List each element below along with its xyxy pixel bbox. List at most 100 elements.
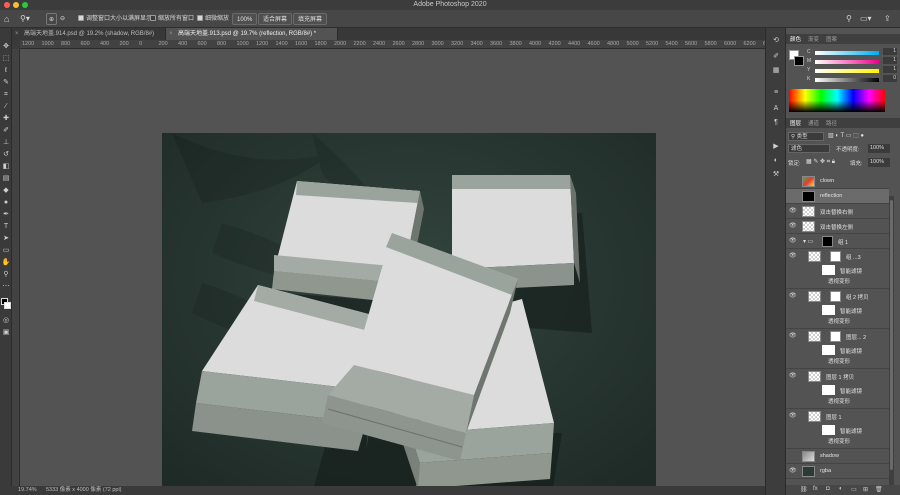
opacity-input[interactable]: 100%	[868, 144, 890, 153]
perspective-warp-row[interactable]: 透视变形	[786, 356, 889, 368]
vertical-ruler[interactable]	[12, 49, 20, 486]
magenta-value[interactable]: 1	[883, 57, 897, 64]
eye-icon[interactable]: 👁︎	[789, 238, 797, 245]
tab-layers[interactable]: 图层	[790, 119, 801, 127]
magenta-slider[interactable]: M 1	[807, 57, 900, 65]
crop-tool-icon[interactable]: ⌗	[1, 90, 11, 100]
eye-icon[interactable]: 👁︎	[789, 373, 797, 380]
tab-patterns[interactable]: 图案	[826, 35, 837, 43]
horizontal-ruler[interactable]: 1200 1000 800 600 400 200 0 200 400 600 800 1000 120…	[20, 40, 782, 49]
fx-icon[interactable]: fx	[813, 486, 818, 492]
layer-row-rgba[interactable]: 👁︎ rgba	[786, 464, 889, 479]
layer-row-reflection[interactable]: reflection	[786, 189, 889, 204]
black-slider[interactable]: K 0	[807, 75, 900, 83]
lock-icons[interactable]: ▦ ✎ ✥ ⌗ 🔒︎	[806, 158, 835, 166]
brush-tool-icon[interactable]: ✐	[1, 126, 11, 136]
blur-tool-icon[interactable]: ◆	[1, 186, 11, 196]
color-spectrum[interactable]	[789, 89, 885, 112]
smart-filters-row[interactable]: 智能滤镜	[786, 384, 889, 396]
layer-row-replace-left[interactable]: 👁︎ 双击替换左侧	[786, 219, 889, 234]
fit-screen-button[interactable]: 适合屏幕	[258, 13, 293, 25]
eraser-tool-icon[interactable]: ◧	[1, 162, 11, 172]
pen-tool-icon[interactable]: ✒	[1, 210, 11, 220]
gradient-tool-icon[interactable]: ▤	[1, 174, 11, 184]
perspective-warp-row[interactable]: 透视变形	[786, 316, 889, 328]
eye-icon[interactable]: 👁︎	[789, 468, 797, 475]
scrubby-zoom-checkbox[interactable]: 细微缩放	[197, 13, 229, 25]
layer-row-clown[interactable]: clown	[786, 174, 889, 189]
yellow-value[interactable]: 1	[883, 66, 897, 73]
smart-filters-row[interactable]: 智能滤镜	[786, 344, 889, 356]
zoom-in-icon[interactable]: ⊕	[46, 13, 58, 25]
properties-panel-icon[interactable]: ≡	[771, 88, 781, 98]
folder-icon[interactable]: ▾ ▭	[803, 238, 813, 245]
lasso-tool-icon[interactable]: ℓ	[1, 66, 11, 76]
type-tool-icon[interactable]: T	[1, 222, 11, 232]
link-layers-icon[interactable]: ⛓	[800, 486, 808, 493]
canvas-area[interactable]	[20, 49, 782, 495]
hand-tool-icon[interactable]: ✋	[1, 258, 11, 268]
black-value[interactable]: 0	[883, 75, 897, 82]
move-tool-icon[interactable]: ✥	[1, 42, 11, 52]
layer-row-group-3[interactable]: 👁︎ 组 ...3 智能滤镜 透视变形	[786, 249, 889, 289]
close-tab-icon[interactable]: ×	[169, 28, 173, 40]
history-brush-tool-icon[interactable]: ↺	[1, 150, 11, 160]
shape-tool-icon[interactable]: ▭	[1, 246, 11, 256]
quick-mask-icon[interactable]: ◎	[1, 316, 11, 326]
new-layer-icon[interactable]: ⊞	[863, 486, 868, 493]
zoom-readout[interactable]: 19.74%	[18, 486, 37, 495]
filter-icons[interactable]: ▧ ◐ T ▭ ⬚ ●	[828, 132, 864, 139]
eye-icon[interactable]: 👁︎	[789, 333, 797, 340]
layers-scrollbar[interactable]	[889, 196, 894, 486]
workspace-icon[interactable]: ▭▾	[860, 13, 872, 25]
zoom-all-windows-checkbox[interactable]: 缩放所有窗口	[150, 13, 194, 25]
eye-icon[interactable]: 👁︎	[789, 253, 797, 260]
swatches-panel-icon[interactable]: ▦	[771, 66, 781, 76]
zoom-100-button[interactable]: 100%	[232, 13, 258, 25]
paragraph-panel-icon[interactable]: ¶	[771, 118, 781, 128]
document-canvas[interactable]	[162, 133, 656, 495]
scroll-thumb[interactable]	[890, 200, 893, 470]
actions-panel-icon[interactable]: ▶	[771, 142, 781, 152]
share-icon[interactable]: ⇪	[884, 13, 891, 25]
zoom-tool-icon[interactable]: ⚲▾	[20, 13, 30, 25]
layer-row-layer-1[interactable]: 👁︎ 图层 1 智能滤镜 透视变形	[786, 409, 889, 449]
eye-icon[interactable]: 👁︎	[789, 413, 797, 420]
tool-presets-icon[interactable]: ⚒	[771, 170, 781, 180]
close-tab-icon[interactable]: ×	[15, 28, 19, 40]
brush-settings-icon[interactable]: ✐	[771, 52, 781, 62]
eye-icon[interactable]: 👁︎	[789, 208, 797, 215]
ruler-origin[interactable]	[12, 40, 20, 49]
delete-layer-icon[interactable]: 🗑︎	[875, 486, 883, 493]
tab-document-914[interactable]: × 高端天地盖.914.psd @ 19.2% (shadow, RGB/8#)	[12, 28, 166, 40]
cyan-value[interactable]: 1	[883, 48, 897, 55]
layer-row-shadow[interactable]: shadow	[786, 449, 889, 464]
path-select-tool-icon[interactable]: ➤	[1, 234, 11, 244]
adjustment-layer-icon[interactable]: ◐	[839, 486, 843, 492]
add-mask-icon[interactable]: ◘	[826, 486, 830, 492]
tab-gradients[interactable]: 渐变	[808, 35, 819, 43]
visibility-hidden-icon[interactable]	[789, 193, 796, 200]
yellow-slider[interactable]: Y 1	[807, 66, 900, 74]
dodge-tool-icon[interactable]: ●	[1, 198, 11, 208]
zoom-out-icon[interactable]: ⊖	[60, 13, 65, 25]
smart-filters-row[interactable]: 智能滤镜	[786, 424, 889, 436]
layer-row-layer-1-copy[interactable]: 👁︎ 图层 1 拷贝 智能滤镜 透视变形	[786, 369, 889, 409]
tab-document-913[interactable]: × 高端天地盖.913.psd @ 19.7% (reflection, RGB…	[166, 28, 338, 40]
perspective-warp-row[interactable]: 透视变形	[786, 276, 889, 288]
marquee-tool-icon[interactable]: ⬚	[1, 54, 11, 64]
tab-channels[interactable]: 通道	[808, 119, 819, 127]
new-group-icon[interactable]: ▭	[851, 486, 857, 493]
fill-input[interactable]: 100%	[868, 158, 890, 167]
zoom-tool-sidebar-icon[interactable]: ⚲	[1, 270, 11, 280]
layer-row-group-2-copy[interactable]: 👁︎ 组 2 拷贝 智能滤镜 透视变形	[786, 289, 889, 329]
visibility-hidden-icon[interactable]	[789, 453, 796, 460]
smart-filters-row[interactable]: 智能滤镜	[786, 264, 889, 276]
history-panel-icon[interactable]: ⟲	[771, 36, 781, 46]
cyan-slider[interactable]: C 1	[807, 48, 900, 56]
character-panel-icon[interactable]: A	[771, 104, 781, 114]
eyedropper-tool-icon[interactable]: ⁄	[1, 102, 11, 112]
clone-stamp-tool-icon[interactable]: ⊥	[1, 138, 11, 148]
smart-filters-row[interactable]: 智能滤镜	[786, 304, 889, 316]
filter-kind-select[interactable]: ⚲ 类型	[788, 132, 824, 141]
